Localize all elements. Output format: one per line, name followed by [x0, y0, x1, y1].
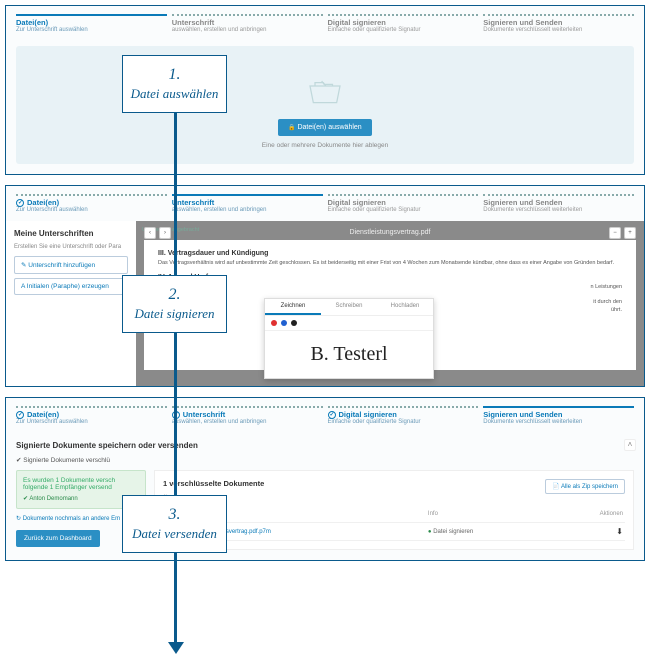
step-files[interactable]: Datei(en)Zur Unterschrift auswählen [16, 406, 167, 425]
tab-type[interactable]: Schreiben [321, 299, 377, 315]
collapse-button[interactable]: ˄ [624, 439, 636, 451]
upload-dropzone[interactable]: Datei(en) auswählen Eine oder mehrere Do… [16, 46, 634, 164]
step-digital-sign[interactable]: Digital signierenEinfache oder qualifizi… [328, 14, 479, 33]
stepper: Datei(en)Zur Unterschrift auswählen Unte… [6, 398, 644, 433]
check-icon [328, 411, 336, 419]
panel-sign: Datei(en)Zur Unterschrift auswählen Unte… [5, 185, 645, 387]
zoom-in-button[interactable]: + [624, 227, 636, 239]
step-digital-sign[interactable]: Digital signierenEinfache oder qualifizi… [328, 406, 479, 425]
zoom-out-button[interactable]: − [609, 227, 621, 239]
signature-popup: Zeichnen Schreiben Hochladen B. Testerl [264, 298, 434, 379]
add-initials-button[interactable]: A Initialen (Paraphe) erzeugen [14, 278, 128, 295]
step-files[interactable]: Datei(en)Zur Unterschrift auswählen [16, 194, 167, 213]
section-heading: Signierte Dokumente speichern oder verse… [16, 441, 634, 450]
check-icon [16, 199, 24, 207]
download-zip-button[interactable]: 📄 Alle als Zip speichern [545, 479, 625, 494]
color-picker [265, 316, 433, 330]
step-files[interactable]: Datei(en)Zur Unterschrift auswählen [16, 14, 167, 33]
panel-send: Datei(en)Zur Unterschrift auswählen Unte… [5, 397, 645, 561]
documents-table: DateiInfoAktionen 🔒 Dienstleistungsvertr… [163, 505, 625, 541]
signature-tabs: Zeichnen Schreiben Hochladen [265, 299, 433, 316]
step-signature[interactable]: Unterschriftauswählen, erstellen und anb… [172, 406, 323, 425]
add-signature-button[interactable]: ✎ Unterschrift hinzufügen [14, 256, 128, 274]
status-badge: Datei signieren [428, 529, 473, 535]
tab-draw[interactable]: Zeichnen [265, 299, 321, 315]
step-signature[interactable]: Unterschriftauswählen, erstellen und anb… [172, 14, 323, 33]
select-files-button[interactable]: Datei(en) auswählen [278, 119, 371, 136]
table-row: 🔒 Dienstleistungsvertrag.pdf.p7m Datei s… [163, 523, 625, 541]
folder-icon [305, 76, 345, 106]
upload-hint: Eine oder mehrere Dokumente hier ablegen [26, 142, 624, 149]
step-signature[interactable]: Unterschriftauswählen, erstellen und anb… [172, 194, 323, 213]
tab-upload[interactable]: Hochladen [377, 299, 433, 315]
panel-upload: Datei(en)Zur Unterschrift auswählen Unte… [5, 5, 645, 175]
prev-doc-button[interactable]: ‹ [144, 227, 156, 239]
callout-step-2: 2.Datei signieren [122, 275, 227, 333]
download-icon[interactable]: ⬇ [616, 527, 623, 536]
step-send[interactable]: Signieren und SendenDokumente verschlüss… [483, 406, 634, 425]
back-to-dashboard-button[interactable]: Zurück zum Dashboard [16, 530, 100, 547]
sidebar-heading: Meine Unterschriften [14, 229, 128, 238]
color-black[interactable] [291, 320, 297, 326]
next-doc-button[interactable]: › [159, 227, 171, 239]
signature-canvas[interactable]: B. Testerl [265, 330, 433, 378]
step-send[interactable]: Signieren und SendenDokumente verschlüss… [483, 14, 634, 33]
stepper: Datei(en)Zur Unterschrift auswählen Unte… [6, 6, 644, 41]
arrow-head-icon [168, 642, 184, 654]
signatures-sidebar: Meine Unterschriften Erstellen Sie eine … [6, 221, 136, 386]
callout-step-3: 3.Datei versenden [122, 495, 227, 553]
color-blue[interactable] [281, 320, 287, 326]
callout-step-1: 1.Datei auswählen [122, 55, 227, 113]
step-digital-sign[interactable]: Digital signierenEinfache oder qualifizi… [328, 194, 479, 213]
step-send[interactable]: Signieren und SendenDokumente verschlüss… [483, 194, 634, 213]
stepper: Datei(en)Zur Unterschrift auswählen Unte… [6, 186, 644, 221]
color-red[interactable] [271, 320, 277, 326]
check-icon [16, 411, 24, 419]
document-title: Dienstleistungsvertrag.pdf [350, 229, 431, 236]
encrypt-toggle[interactable]: ✔ Signierte Dokumente verschlü [16, 456, 634, 464]
flow-arrow [174, 55, 177, 645]
